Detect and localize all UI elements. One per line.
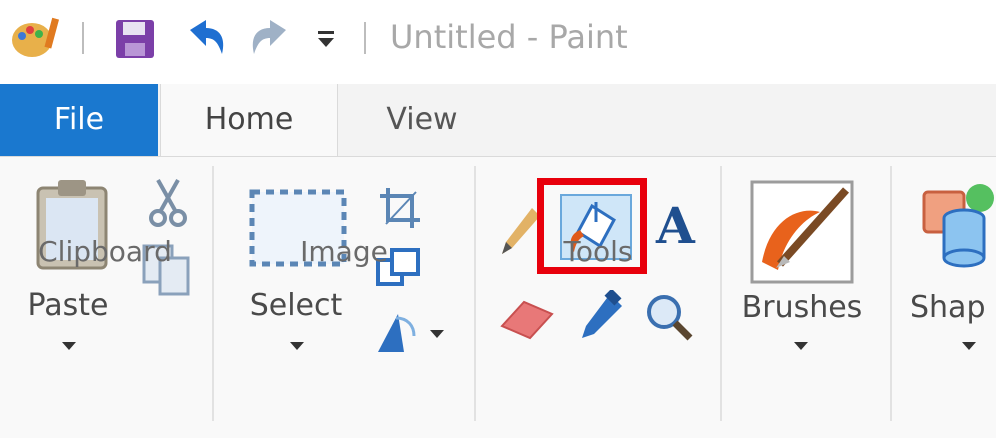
cut-icon[interactable]	[148, 178, 188, 228]
brushes-button[interactable]: Brushes	[738, 290, 866, 325]
clipboard-group-label: Clipboard	[38, 235, 172, 268]
select-button[interactable]: Select	[246, 288, 346, 323]
shapes-icon[interactable]	[920, 178, 996, 272]
tab-file[interactable]: File	[0, 84, 158, 156]
group-separator	[212, 166, 214, 421]
title-separator	[364, 22, 366, 54]
rotate-dropdown-arrow[interactable]	[430, 330, 444, 338]
paint-app-icon[interactable]	[8, 14, 64, 60]
title-bar: Untitled - Paint	[0, 0, 996, 84]
brushes-icon[interactable]	[750, 180, 854, 284]
group-separator	[474, 166, 476, 421]
customize-quick-access-icon[interactable]	[316, 30, 338, 50]
image-group-label: Image	[300, 235, 388, 268]
ribbon-tabs: File Home View	[0, 84, 996, 157]
rotate-icon[interactable]	[374, 310, 424, 356]
group-separator	[890, 166, 892, 421]
group-separator	[720, 166, 722, 421]
paste-dropdown-arrow[interactable]	[62, 342, 76, 350]
eraser-icon[interactable]	[500, 296, 556, 342]
shapes-dropdown-arrow[interactable]	[962, 342, 976, 350]
window-title: Untitled - Paint	[390, 18, 628, 56]
undo-icon[interactable]	[180, 16, 232, 62]
crop-icon[interactable]	[378, 186, 422, 230]
shapes-button[interactable]: Shap	[910, 290, 996, 325]
redo-icon[interactable]	[244, 16, 296, 62]
quick-access-separator	[82, 22, 84, 54]
color-picker-icon[interactable]	[574, 290, 626, 342]
magnifier-icon[interactable]	[644, 292, 694, 342]
select-dropdown-arrow[interactable]	[290, 342, 304, 350]
brushes-dropdown-arrow[interactable]	[794, 342, 808, 350]
tools-group-label: Tools	[563, 235, 633, 268]
paste-button[interactable]: Paste	[22, 288, 114, 323]
tab-view[interactable]: View	[360, 84, 484, 156]
tab-home[interactable]: Home	[160, 84, 338, 157]
save-icon[interactable]	[112, 16, 158, 62]
